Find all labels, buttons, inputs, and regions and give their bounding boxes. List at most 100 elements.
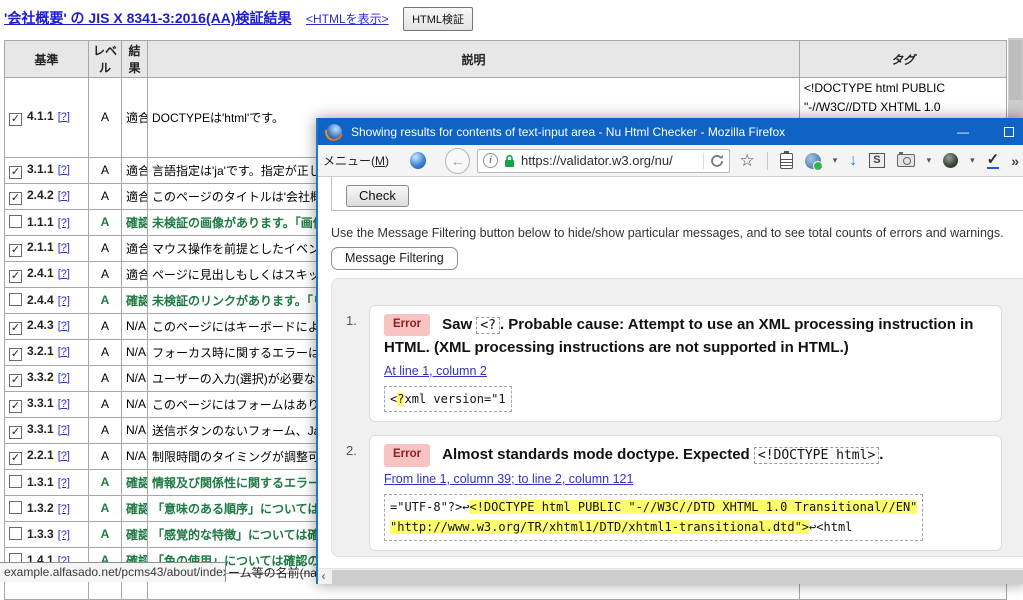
firefox-window: Showing results for contents of text-inp…	[316, 118, 1023, 584]
criterion-help-link[interactable]: [?]	[58, 164, 70, 176]
bookmark-star-icon[interactable]: ☆	[739, 152, 754, 169]
criterion-help-link[interactable]: [?]	[58, 346, 70, 358]
criterion-help-link[interactable]: [?]	[58, 217, 70, 229]
criterion-help-link[interactable]: [?]	[58, 242, 70, 254]
code-line: "http://www.w3.org/TR/xhtml1/DTD/xhtml1-…	[390, 517, 917, 537]
criterion-cell: ✓ 2.1.1 [?]	[5, 235, 89, 261]
criterion-id: 3.3.1	[27, 396, 54, 410]
page-vertical-scrollbar-thumb[interactable]	[1009, 40, 1022, 100]
criterion-id: 1.3.2	[27, 501, 54, 515]
criterion-help-link[interactable]: [?]	[58, 503, 70, 515]
criterion-id: 2.4.3	[27, 318, 54, 332]
criterion-cell: ✓3.3.2[?]	[5, 365, 89, 391]
error-code-extract: <?xml version="1	[384, 386, 512, 412]
criterion-cell: ✓2.2.1[?]	[5, 443, 89, 469]
criterion-id: 2.1.1	[27, 240, 54, 254]
criterion-help-link[interactable]: [?]	[58, 529, 70, 541]
row-checkbox[interactable]	[9, 501, 22, 514]
error-location-link[interactable]: From line 1, column 39; to line 2, colum…	[384, 472, 633, 486]
scroll-left-arrow[interactable]: ‹	[316, 569, 331, 585]
history-dropdown-icon[interactable]: ▾	[833, 156, 838, 165]
check-button[interactable]: Check	[346, 185, 409, 207]
criterion-id: 3.2.1	[27, 344, 54, 358]
row-checkbox[interactable]	[9, 475, 22, 488]
criterion-help-link[interactable]: [?]	[58, 372, 70, 384]
page-info-icon[interactable]: i	[483, 153, 498, 168]
downloads-icon[interactable]: ↓	[849, 153, 857, 169]
maximize-icon	[1004, 127, 1014, 137]
checker-form-area: Check	[331, 177, 1023, 211]
screenshot-dropdown-icon[interactable]: ▾	[927, 156, 932, 165]
criterion-help-link[interactable]: [?]	[58, 111, 70, 123]
row-checkbox[interactable]: ✓	[9, 400, 22, 413]
menu-button[interactable]: メニュー(M)	[323, 152, 389, 169]
window-title: Showing results for contents of text-inp…	[351, 125, 785, 139]
criterion-cell: 2.4.4 [?]	[5, 287, 89, 313]
result-cell: 適合	[122, 78, 148, 158]
criterion-id: 3.1.1	[27, 162, 54, 176]
row-checkbox[interactable]: ✓	[9, 452, 22, 465]
page-title-link[interactable]: '会社概要' の JIS X 8341-3:2016(AA)検証結果	[4, 10, 292, 26]
reading-list-icon[interactable]	[780, 153, 793, 169]
window-titlebar[interactable]: Showing results for contents of text-inp…	[316, 118, 1023, 145]
row-checkbox[interactable]: ✓	[9, 426, 22, 439]
url-input[interactable]: https://validator.w3.org/nu/	[521, 153, 697, 168]
html-validate-button[interactable]: HTML検証	[403, 7, 473, 31]
error-list: 1.ErrorSaw <?. Probable cause: Attempt t…	[332, 305, 1023, 551]
criterion-help-link[interactable]: [?]	[58, 268, 70, 280]
row-checkbox[interactable]	[9, 527, 22, 540]
code-segment: <html	[816, 520, 852, 534]
level-cell: A	[89, 235, 122, 261]
row-checkbox[interactable]: ✓	[9, 166, 22, 179]
back-button[interactable]: ←	[445, 148, 470, 174]
history-sync-icon[interactable]	[805, 153, 821, 169]
minimize-button[interactable]: —	[940, 118, 986, 145]
result-cell: N/A	[122, 313, 148, 339]
criterion-help-link[interactable]: [?]	[58, 398, 70, 410]
globe-icon[interactable]	[410, 152, 426, 169]
scrapbook-icon[interactable]: S	[869, 153, 884, 168]
show-html-link[interactable]: <HTMLを表示>	[306, 12, 389, 26]
urlbar-divider	[703, 153, 704, 169]
criterion-help-link[interactable]: [?]	[58, 450, 70, 462]
row-checkbox[interactable]	[9, 293, 22, 306]
code-segment: ="UTF-8"?>	[390, 500, 462, 514]
row-checkbox[interactable]: ✓	[9, 244, 22, 257]
row-checkbox[interactable]: ✓	[9, 374, 22, 387]
level-cell: A	[89, 365, 122, 391]
criterion-help-link[interactable]: [?]	[58, 190, 70, 202]
status-url-tooltip: example.alfasado.net/pcms43/about/index.…	[0, 562, 226, 582]
row-checkbox[interactable]: ✓	[9, 113, 22, 126]
screenshot-icon[interactable]	[897, 154, 915, 167]
row-checkbox[interactable]: ✓	[9, 192, 22, 205]
overflow-chevron-icon[interactable]: »	[1011, 153, 1019, 169]
url-bar[interactable]: i https://validator.w3.org/nu/	[477, 149, 730, 173]
criterion-id: 2.4.4	[27, 293, 54, 307]
code-segment: <!DOCTYPE html PUBLIC "-//W3C//DTD XHTML…	[469, 500, 917, 514]
reload-icon[interactable]	[710, 154, 724, 168]
column-header-level: レベル	[89, 41, 122, 78]
error-location-link[interactable]: At line 1, column 2	[384, 364, 487, 378]
result-cell: 適合	[122, 261, 148, 287]
criterion-id: 1.3.1	[27, 475, 54, 489]
row-checkbox[interactable]: ✓	[9, 322, 22, 335]
criterion-help-link[interactable]: [?]	[58, 477, 70, 489]
criterion-help-link[interactable]: [?]	[58, 424, 70, 436]
level-cell: A	[89, 521, 122, 547]
error-message: ErrorAlmost standards mode doctype. Expe…	[384, 444, 987, 467]
criterion-help-link[interactable]: [?]	[58, 320, 70, 332]
row-checkbox[interactable]	[9, 215, 22, 228]
criterion-help-link[interactable]: [?]	[58, 295, 70, 307]
row-checkbox[interactable]: ✓	[9, 270, 22, 283]
browser-content: Check Use the Message Filtering button b…	[316, 177, 1023, 568]
addon-sphere-icon[interactable]	[943, 153, 958, 168]
html-validator-check-icon[interactable]: ✓	[987, 152, 1000, 169]
message-filtering-button[interactable]: Message Filtering	[331, 247, 458, 270]
result-cell: 確認	[122, 469, 148, 495]
addon-dropdown-icon[interactable]: ▾	[970, 156, 975, 165]
error-badge: Error	[384, 314, 430, 336]
row-checkbox[interactable]: ✓	[9, 348, 22, 361]
maximize-button[interactable]	[986, 118, 1023, 145]
error-item: 2.ErrorAlmost standards mode doctype. Ex…	[332, 435, 1023, 550]
column-header-result: 結果	[122, 41, 148, 78]
